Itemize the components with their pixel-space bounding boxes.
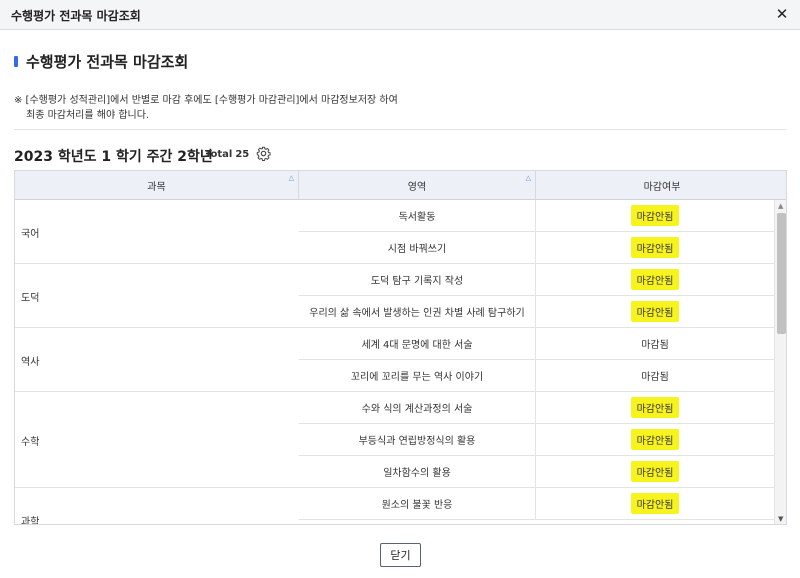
subject-cell[interactable]: 수학 [15,392,299,488]
total-value: 25 [235,149,250,160]
subject-cell[interactable]: 도덕 [15,264,299,328]
status-badge: 마감안됨 [630,301,680,322]
table-row[interactable]: 수와 식의 계산과정의 서술 마감안됨 [299,392,774,424]
sort-icon[interactable]: △ [526,174,531,182]
status-badge: 마감안됨 [630,429,680,450]
area-cell: 독서활동 [299,200,536,231]
area-cell: 세계 4대 문명에 대한 서술 [299,328,536,359]
subject-name: 과학 [21,517,40,525]
page-title-text: 수행평가 전과목 마감조회 [26,53,189,71]
area-cell: 우리의 삶 속에서 발생하는 인권 차별 사례 탐구하기 [299,296,536,327]
status-text: 마감됨 [641,340,669,351]
area-cell: 원소의 불꽃 반응 [299,488,536,519]
status-cell: 마감안됨 [536,392,774,423]
status-cell: 마감됨 [536,328,774,359]
notice-line-2: 최종 마감처리를 해야 합니다. [26,110,150,121]
subject-name: 도덕 [21,293,40,304]
close-button[interactable]: 닫기 [380,543,421,567]
table-row[interactable]: 원소의 불꽃 반응 마감안됨 [299,488,774,520]
divider [14,129,787,130]
table-row[interactable]: 일차함수의 활용 마감안됨 [299,456,774,488]
subject-cell[interactable]: 역사 [15,328,299,392]
column-header-subject[interactable]: 과목 △ [15,171,299,199]
subject-name: 수학 [21,437,40,448]
status-badge: 마감안됨 [630,237,680,258]
table-row[interactable]: 도덕 탐구 기록지 작성 마감안됨 [299,264,774,296]
status-badge: 마감안됨 [630,205,680,226]
status-cell: 마감안됨 [536,232,774,263]
heading-accent-bar [14,56,18,67]
status-cell: 마감안됨 [536,200,774,231]
column-header-status-label: 마감여부 [643,181,681,193]
section-title: 2023 학년도 1 학기 주간 2학년 [14,149,213,165]
total-label: Total [205,149,233,160]
status-badge: 마감안됨 [630,397,680,418]
closing-status-table: 과목 △ 영역 △ 마감여부 국어 도덕 역사 수학 과학 독서활동 마감안됨 시… [14,170,787,525]
subject-name: 국어 [21,229,40,240]
status-cell: 마감안됨 [536,424,774,455]
area-cell: 일차함수의 활용 [299,456,536,487]
status-badge: 마감안됨 [630,461,680,482]
status-badge: 마감안됨 [630,269,680,290]
table-row[interactable]: 꼬리에 꼬리를 무는 역사 이야기 마감됨 [299,360,774,392]
table-body: 국어 도덕 역사 수학 과학 독서활동 마감안됨 시점 바꿔쓰기 마감안됨 도덕 탐… [15,200,774,525]
area-cell: 시점 바꿔쓰기 [299,232,536,263]
scroll-up-icon[interactable]: ▲ [778,202,783,210]
table-row[interactable]: 시점 바꿔쓰기 마감안됨 [299,232,774,264]
subject-cell[interactable]: 국어 [15,200,299,264]
status-cell: 마감안됨 [536,456,774,487]
scroll-down-icon[interactable]: ▼ [778,515,783,523]
table-header: 과목 △ 영역 △ 마감여부 [15,171,786,200]
status-cell: 마감안됨 [536,296,774,327]
status-badge: 마감안됨 [630,493,680,514]
area-cell: 부등식과 연립방정식의 활용 [299,424,536,455]
notice-line-1: ※ [수행평가 성적관리]에서 반별로 마감 후에도 [수행평가 마감관리]에서… [14,95,398,106]
area-cell: 꼬리에 꼬리를 무는 역사 이야기 [299,360,536,391]
status-cell: 마감안됨 [536,264,774,295]
table-row[interactable]: 독서활동 마감안됨 [299,200,774,232]
vertical-scrollbar[interactable]: ▲ ▼ [774,200,786,524]
notice-text: ※ [수행평가 성적관리]에서 반별로 마감 후에도 [수행평가 마감관리]에서… [14,93,398,123]
column-header-status[interactable]: 마감여부 [536,171,786,199]
gear-icon[interactable] [256,146,271,161]
table-row[interactable]: 우리의 삶 속에서 발생하는 인권 차별 사례 탐구하기 마감안됨 [299,296,774,328]
close-icon[interactable]: ✕ [772,3,792,25]
subject-name: 역사 [21,357,40,368]
area-cell: 도덕 탐구 기록지 작성 [299,264,536,295]
column-header-area[interactable]: 영역 △ [299,171,536,199]
status-cell: 마감안됨 [536,488,774,519]
sort-icon[interactable]: △ [289,174,294,182]
table-row[interactable]: 부등식과 연립방정식의 활용 마감안됨 [299,424,774,456]
column-header-area-label: 영역 [407,181,427,193]
scrollbar-thumb[interactable] [777,213,786,334]
status-cell: 마감됨 [536,360,774,391]
window-titlebar: 수행평가 전과목 마감조회 ✕ [0,0,800,30]
total-count: Total 25 [205,149,249,160]
area-cell: 수와 식의 계산과정의 서술 [299,392,536,423]
window-title: 수행평가 전과목 마감조회 [11,9,141,23]
status-text: 마감됨 [641,372,669,383]
column-header-subject-label: 과목 [147,181,166,193]
subject-cell[interactable]: 과학 [15,488,299,525]
table-row[interactable]: 세계 4대 문명에 대한 서술 마감됨 [299,328,774,360]
